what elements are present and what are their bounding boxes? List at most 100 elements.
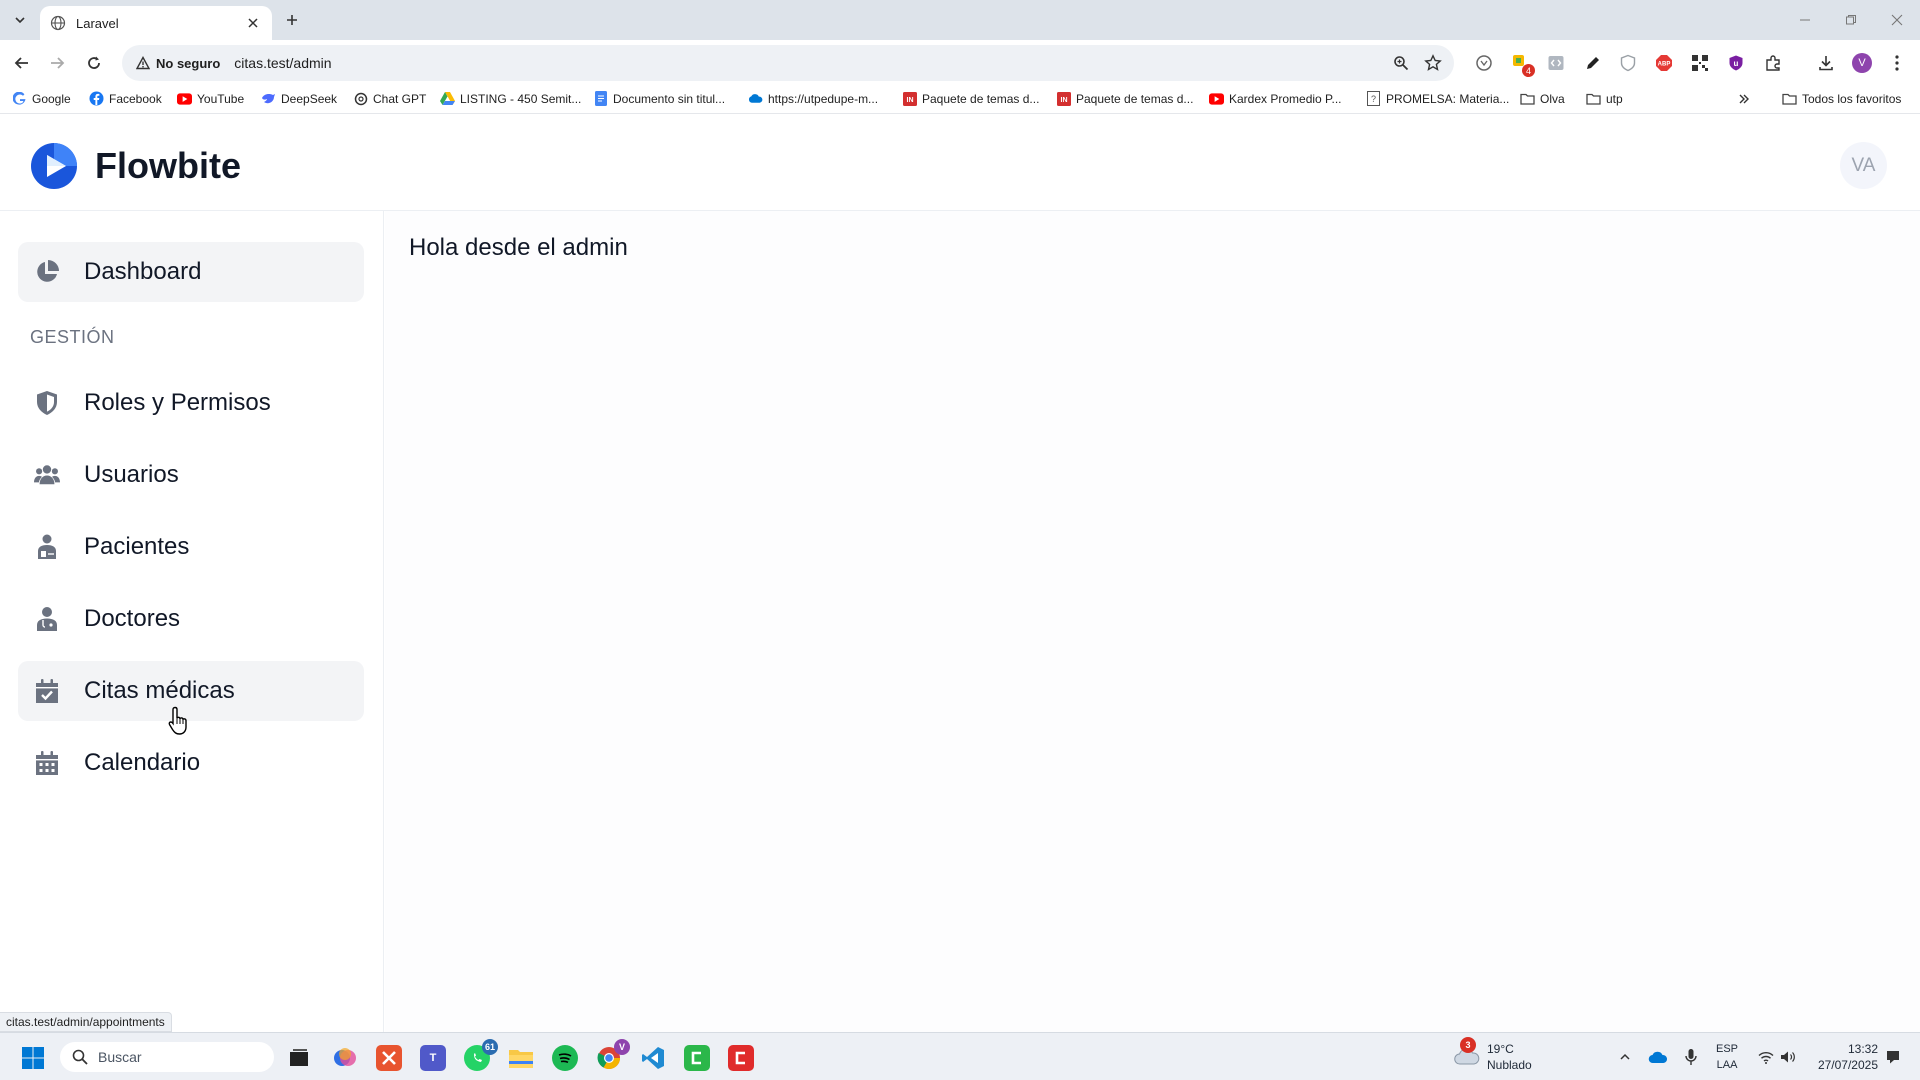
url-text[interactable]: citas.test/admin [234, 55, 331, 71]
weather-widget[interactable]: 19°C Nublado [1487, 1041, 1532, 1073]
ext-code-icon[interactable] [1545, 52, 1567, 74]
menu-icon[interactable] [1886, 52, 1908, 74]
bookmark-label: Olva [1540, 91, 1565, 106]
warning-icon [136, 56, 150, 70]
weather-cloud-icon[interactable]: 3 [1454, 1037, 1480, 1069]
vscode-icon[interactable] [640, 1045, 666, 1071]
close-tab-icon[interactable] [244, 14, 262, 32]
chrome-icon[interactable]: V [596, 1039, 630, 1071]
search-icon [72, 1049, 88, 1065]
forward-button[interactable] [45, 51, 69, 75]
brand-name[interactable]: Flowbite [95, 145, 241, 187]
whatsapp-badge: 61 [481, 1039, 498, 1055]
bookmark-paquete-2[interactable]: IN Paquete de temas d... [1056, 91, 1193, 106]
adblock-icon[interactable]: ABP [1653, 52, 1675, 74]
sidebar-item-usuarios[interactable]: Usuarios [18, 445, 364, 505]
tab-title: Laravel [76, 15, 119, 31]
sidebar-item-calendario[interactable]: Calendario [18, 733, 364, 793]
notification-icon[interactable] [1882, 1046, 1904, 1068]
minimize-window-button[interactable] [1790, 8, 1820, 32]
all-favorites-button[interactable]: Todos los favoritos [1782, 91, 1901, 106]
bookmark-kardex[interactable]: Kardex Promedio P... [1209, 91, 1342, 106]
sidebar-item-roles[interactable]: Roles y Permisos [18, 373, 364, 433]
bookmarks-bar: Google Facebook YouTube DeepSeek Chat GP… [0, 86, 1920, 114]
bookmark-facebook[interactable]: Facebook [89, 91, 162, 106]
chatgpt-icon [353, 91, 368, 106]
user-avatar[interactable]: VA [1840, 142, 1887, 189]
sidebar-item-citas[interactable]: Citas médicas [18, 661, 364, 721]
onedrive-tray-icon[interactable] [1647, 1046, 1669, 1068]
taskbar-clock[interactable]: 13:32 27/07/2025 [1808, 1041, 1878, 1073]
calendar-check-icon [34, 678, 60, 704]
flowbite-logo-icon[interactable] [30, 142, 78, 190]
svg-text:IN: IN [1060, 97, 1067, 104]
restore-window-button[interactable] [1836, 8, 1866, 32]
chevron-up-icon[interactable] [1614, 1046, 1636, 1068]
microphone-icon[interactable] [1680, 1046, 1702, 1068]
taskbar-search[interactable]: Buscar [60, 1042, 274, 1072]
spotify-icon[interactable] [552, 1045, 578, 1071]
bookmark-deepseek[interactable]: DeepSeek [261, 91, 337, 106]
facebook-icon [89, 91, 104, 106]
ublock-icon[interactable]: u [1725, 52, 1747, 74]
ext-shield-icon[interactable] [1617, 52, 1639, 74]
main-content: Hola desde el admin [385, 211, 1920, 1032]
browser-tab-active[interactable]: Laravel [40, 6, 272, 40]
bookmark-label: Google [32, 91, 71, 106]
bookmark-utp[interactable]: utp [1586, 91, 1623, 106]
profile-icon[interactable]: V [1851, 52, 1873, 74]
recorder-icon[interactable] [728, 1045, 754, 1071]
section-title-gestion: GESTIÓN [30, 327, 115, 347]
download-icon[interactable] [1815, 52, 1837, 74]
xampp-icon[interactable] [376, 1045, 402, 1071]
bookmark-chatgpt[interactable]: Chat GPT [353, 91, 426, 106]
task-view-icon[interactable] [286, 1045, 312, 1071]
more-bookmarks-button[interactable] [1736, 91, 1756, 106]
address-bar[interactable]: No seguro citas.test/admin [122, 45, 1454, 81]
svg-text:?: ? [1371, 94, 1376, 104]
back-button[interactable] [10, 51, 34, 75]
security-chip[interactable]: No seguro [130, 52, 226, 75]
volume-icon[interactable] [1777, 1046, 1799, 1068]
youtube-icon [1209, 91, 1224, 106]
windows-start-icon[interactable] [20, 1045, 46, 1071]
sidebar-item-label: Usuarios [84, 461, 179, 488]
whatsapp-icon[interactable]: 61 [464, 1039, 498, 1071]
pdf-icon: IN [1056, 91, 1071, 106]
browser-tab-bar: Laravel [0, 0, 1920, 40]
reload-icon [88, 56, 100, 69]
bookmark-google[interactable]: Google [12, 91, 71, 106]
arrow-left-icon [14, 57, 28, 69]
sidebar-item-label: Citas médicas [84, 677, 235, 704]
bookmark-paquete-1[interactable]: IN Paquete de temas d... [902, 91, 1039, 106]
sidebar-item-pacientes[interactable]: Pacientes [18, 517, 364, 577]
zoom-icon[interactable] [1392, 54, 1410, 72]
bookmark-listing[interactable]: LISTING - 450 Semit... [440, 91, 581, 106]
qr-icon[interactable] [1689, 52, 1711, 74]
ext-circle-icon[interactable] [1473, 52, 1495, 74]
bookmark-olva[interactable]: Olva [1520, 91, 1565, 106]
weather-badge: 3 [1460, 1037, 1476, 1053]
bookmark-label: Facebook [109, 91, 162, 106]
bookmark-documento[interactable]: Documento sin titul... [593, 91, 725, 106]
bookmark-utpedupe[interactable]: https://utpedupe-m... [748, 91, 878, 106]
language-indicator[interactable]: ESP LAA [1716, 1041, 1738, 1073]
ext-badge-icon[interactable]: 4 [1510, 52, 1535, 77]
search-placeholder: Buscar [98, 1049, 142, 1065]
new-tab-button[interactable] [280, 8, 304, 32]
wifi-icon[interactable] [1755, 1046, 1777, 1068]
teams-icon[interactable]: T [420, 1045, 446, 1071]
sidebar-item-dashboard[interactable]: Dashboard [18, 242, 364, 302]
star-icon[interactable] [1424, 54, 1442, 72]
bookmark-promelsa[interactable]: ? PROMELSA: Materia... [1366, 91, 1509, 106]
sidebar-item-doctores[interactable]: Doctores [18, 589, 364, 649]
reload-button[interactable] [82, 51, 106, 75]
close-window-button[interactable] [1882, 8, 1912, 32]
copilot-icon[interactable] [332, 1045, 358, 1071]
file-explorer-icon[interactable] [508, 1045, 534, 1071]
bookmark-youtube[interactable]: YouTube [177, 91, 244, 106]
ext-pen-icon[interactable] [1582, 52, 1604, 74]
camtasia-icon[interactable] [684, 1045, 710, 1071]
puzzle-icon[interactable] [1762, 52, 1784, 74]
tab-search-button[interactable] [8, 8, 32, 32]
